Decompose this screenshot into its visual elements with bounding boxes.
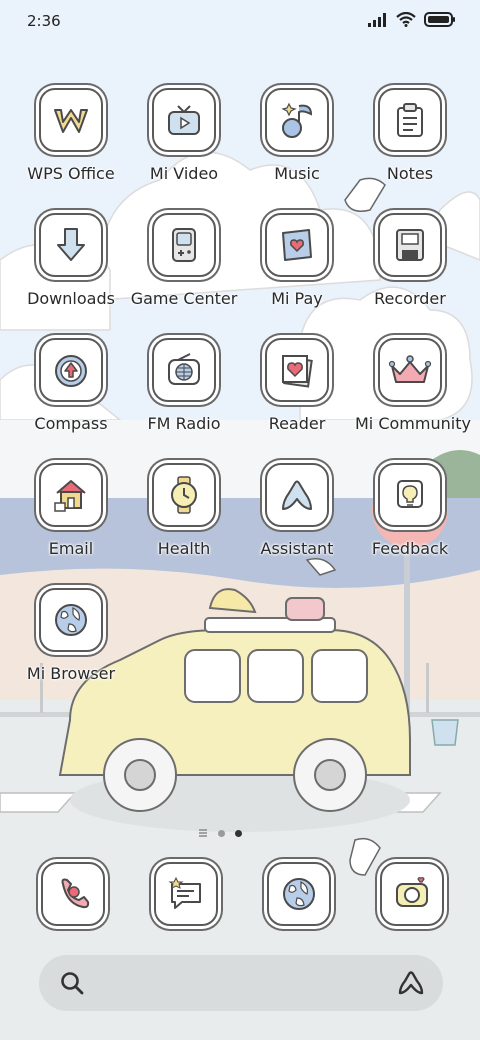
assistant-icon[interactable]: [397, 969, 425, 997]
globe-icon: [55, 604, 87, 636]
app-tile[interactable]: [152, 88, 216, 152]
floppy-recorder-icon: [396, 229, 424, 261]
radio-icon: [168, 353, 200, 385]
status-time: 2:36: [27, 12, 61, 30]
app-label: Assistant: [260, 539, 334, 558]
tv-icon: [168, 105, 200, 135]
browser-globe-icon: [283, 878, 315, 910]
app-mi-pay[interactable]: Mi Pay: [242, 213, 352, 308]
music-note-icon: [281, 102, 313, 138]
search-bar[interactable]: [39, 955, 443, 1011]
status-bar: 2:36: [0, 0, 480, 44]
feedback-bulb-icon: [397, 480, 423, 508]
app-tile[interactable]: [378, 88, 442, 152]
app-feedback[interactable]: Feedback: [355, 463, 465, 558]
app-label: Mi Community: [355, 414, 471, 433]
app-mi-community[interactable]: Mi Community: [355, 338, 471, 433]
app-tile[interactable]: [154, 862, 218, 926]
app-tile[interactable]: [265, 463, 329, 527]
dock-phone[interactable]: [41, 862, 105, 926]
app-tile[interactable]: [39, 88, 103, 152]
wallet-heart-icon: [282, 229, 312, 261]
app-tile[interactable]: [265, 338, 329, 402]
app-music[interactable]: Music: [242, 88, 352, 183]
app-downloads[interactable]: Downloads: [16, 213, 126, 308]
search-icon[interactable]: [59, 970, 85, 996]
app-mi-video[interactable]: Mi Video: [129, 88, 239, 183]
mailbox-house-icon: [54, 480, 86, 512]
app-assistant[interactable]: Assistant: [242, 463, 352, 558]
wps-office-icon: [54, 109, 88, 133]
app-tile[interactable]: [39, 463, 103, 527]
app-email[interactable]: Email: [16, 463, 126, 558]
app-game-center[interactable]: Game Center: [129, 213, 239, 308]
app-compass[interactable]: Compass: [16, 338, 126, 433]
app-label: WPS Office: [27, 164, 115, 183]
phone-icon: [61, 878, 90, 909]
app-label: Reader: [268, 414, 326, 433]
app-tile[interactable]: [267, 862, 331, 926]
app-label: Mi Video: [149, 164, 219, 183]
app-label: Music: [274, 164, 320, 183]
app-label: Recorder: [374, 289, 446, 308]
dock-messages[interactable]: [154, 862, 218, 926]
app-label: Mi Browser: [26, 664, 116, 683]
app-recorder[interactable]: Recorder: [355, 213, 465, 308]
download-arrow-icon: [57, 228, 85, 261]
dock-camera[interactable]: [380, 862, 444, 926]
app-tile[interactable]: [41, 862, 105, 926]
app-tile[interactable]: [378, 338, 442, 402]
watch-icon: [171, 476, 197, 514]
app-tile[interactable]: [265, 213, 329, 277]
battery-icon: [424, 12, 455, 27]
camera-icon: [396, 877, 428, 907]
page-dot-active: [235, 829, 242, 837]
page-indicator[interactable]: [198, 828, 242, 838]
signal-icon: [368, 12, 386, 27]
compass-icon: [55, 355, 87, 387]
app-mi-browser[interactable]: Mi Browser: [16, 588, 126, 683]
app-notes[interactable]: Notes: [355, 88, 465, 183]
app-label: Mi Pay: [271, 289, 323, 308]
app-tile[interactable]: [378, 213, 442, 277]
list-page-icon: [199, 829, 207, 837]
app-fm-radio[interactable]: FM Radio: [129, 338, 239, 433]
app-label: Downloads: [27, 289, 115, 308]
app-label: Feedback: [371, 539, 449, 558]
app-label: Health: [157, 539, 211, 558]
dock-browser[interactable]: [267, 862, 331, 926]
app-tile[interactable]: [39, 213, 103, 277]
wifi-icon: [396, 12, 416, 27]
app-tile[interactable]: [152, 463, 216, 527]
app-label: Game Center: [130, 289, 238, 308]
app-wps-office[interactable]: WPS Office: [16, 88, 126, 183]
message-icon: [168, 876, 201, 909]
app-tile[interactable]: [265, 88, 329, 152]
crown-icon: [388, 355, 432, 383]
app-label: Compass: [34, 414, 108, 433]
heart-book-icon: [282, 355, 313, 388]
gameboy-icon: [172, 228, 196, 262]
app-reader[interactable]: Reader: [242, 338, 352, 433]
status-icons: [368, 12, 456, 27]
app-tile[interactable]: [152, 338, 216, 402]
app-label: Email: [48, 539, 94, 558]
app-health[interactable]: Health: [129, 463, 239, 558]
assistant-a-icon: [282, 480, 312, 510]
page-dot: [218, 829, 225, 837]
app-label: FM Radio: [147, 414, 221, 433]
app-tile[interactable]: [39, 588, 103, 652]
app-tile[interactable]: [39, 338, 103, 402]
app-tile[interactable]: [152, 213, 216, 277]
app-tile[interactable]: [378, 463, 442, 527]
app-label: Notes: [386, 164, 434, 183]
clipboard-notes-icon: [397, 103, 423, 137]
app-tile[interactable]: [380, 862, 444, 926]
